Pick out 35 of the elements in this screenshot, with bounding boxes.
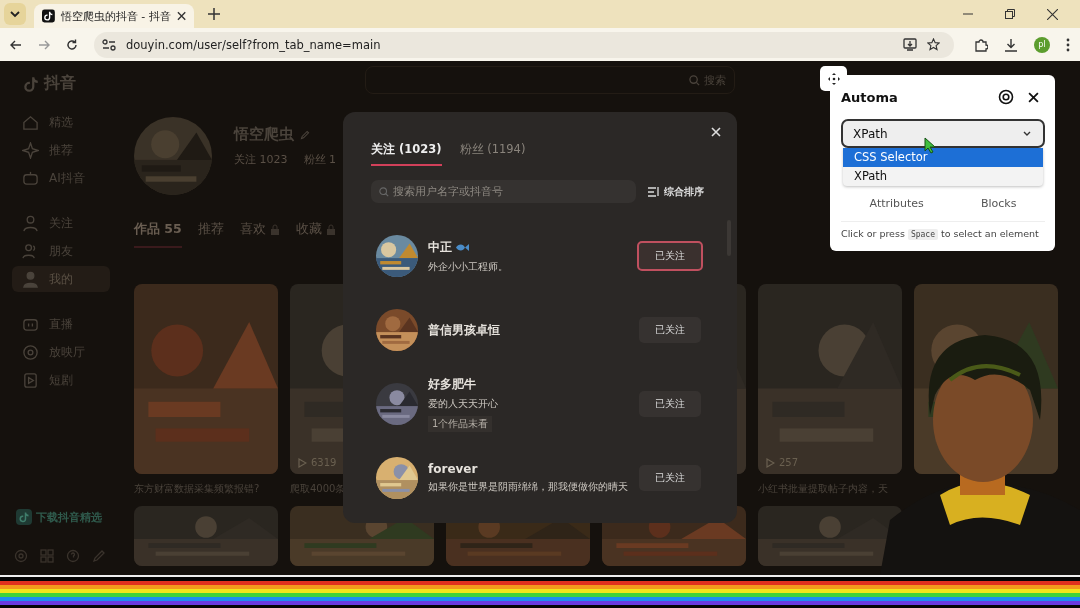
user-name[interactable]: 好多肥牛 — [428, 376, 476, 393]
user-name[interactable]: 中正 — [428, 238, 452, 256]
following-button[interactable]: 已关注 — [639, 391, 701, 417]
profile-tab[interactable]: 推荐 — [197, 221, 224, 248]
panel-tab[interactable]: Blocks — [974, 195, 1023, 212]
profile-stat[interactable]: 关注 1023 — [234, 152, 288, 167]
hint-text: Click or press Space to select an element — [841, 221, 1045, 239]
dialog-tab[interactable]: 关注 (1023) — [371, 142, 442, 166]
download-link[interactable]: 下载抖音精选 — [16, 509, 120, 525]
user-bio: 爱的人天天开心 — [428, 398, 499, 411]
address-bar[interactable]: douyin.com/user/self?from_tab_name=main — [94, 31, 954, 58]
dialog-tab[interactable]: 粉丝 (1194) — [459, 142, 526, 166]
panel-tab[interactable]: Attributes — [863, 195, 930, 212]
user-bio: 如果你是世界是阴雨绵绵，那我便做你的晴天 — [428, 481, 629, 494]
user-bio: 外企小小工程师。 — [428, 260, 509, 274]
browser-tab[interactable]: 悟空爬虫的抖音 - 抖音 — [34, 4, 194, 28]
sort-button[interactable]: 综合排序 — [648, 184, 704, 199]
following-button[interactable]: 已关注 — [637, 241, 703, 271]
selector-dropdown[interactable]: XPath — [841, 119, 1045, 148]
following-button[interactable]: 已关注 — [639, 465, 701, 491]
url-text: douyin.com/user/self?from_tab_name=main — [126, 37, 381, 52]
tab-title: 悟空爬虫的抖音 - 抖音 — [60, 8, 171, 24]
profile-tab[interactable]: 作品 55 — [134, 221, 182, 248]
profile-stat[interactable]: 粉丝 1 — [303, 152, 336, 167]
user-name[interactable]: forever — [428, 462, 478, 476]
dropdown-option[interactable]: CSS Selector — [843, 148, 1043, 167]
unwatched-tag: 1个作品未看 — [428, 416, 493, 432]
dropdown-option[interactable]: XPath — [843, 167, 1043, 186]
panel-title: Automa — [841, 89, 898, 105]
profile-tab[interactable]: 喜欢 — [239, 221, 280, 248]
following-button[interactable]: 已关注 — [639, 317, 701, 343]
user-name[interactable]: 普信男孩卓恒 — [428, 321, 500, 339]
profile-tab[interactable]: 收藏 — [295, 221, 336, 248]
search-field[interactable]: 搜索用户名字或抖音号 — [371, 180, 636, 203]
profile-avatar[interactable]: pl — [1034, 36, 1050, 53]
